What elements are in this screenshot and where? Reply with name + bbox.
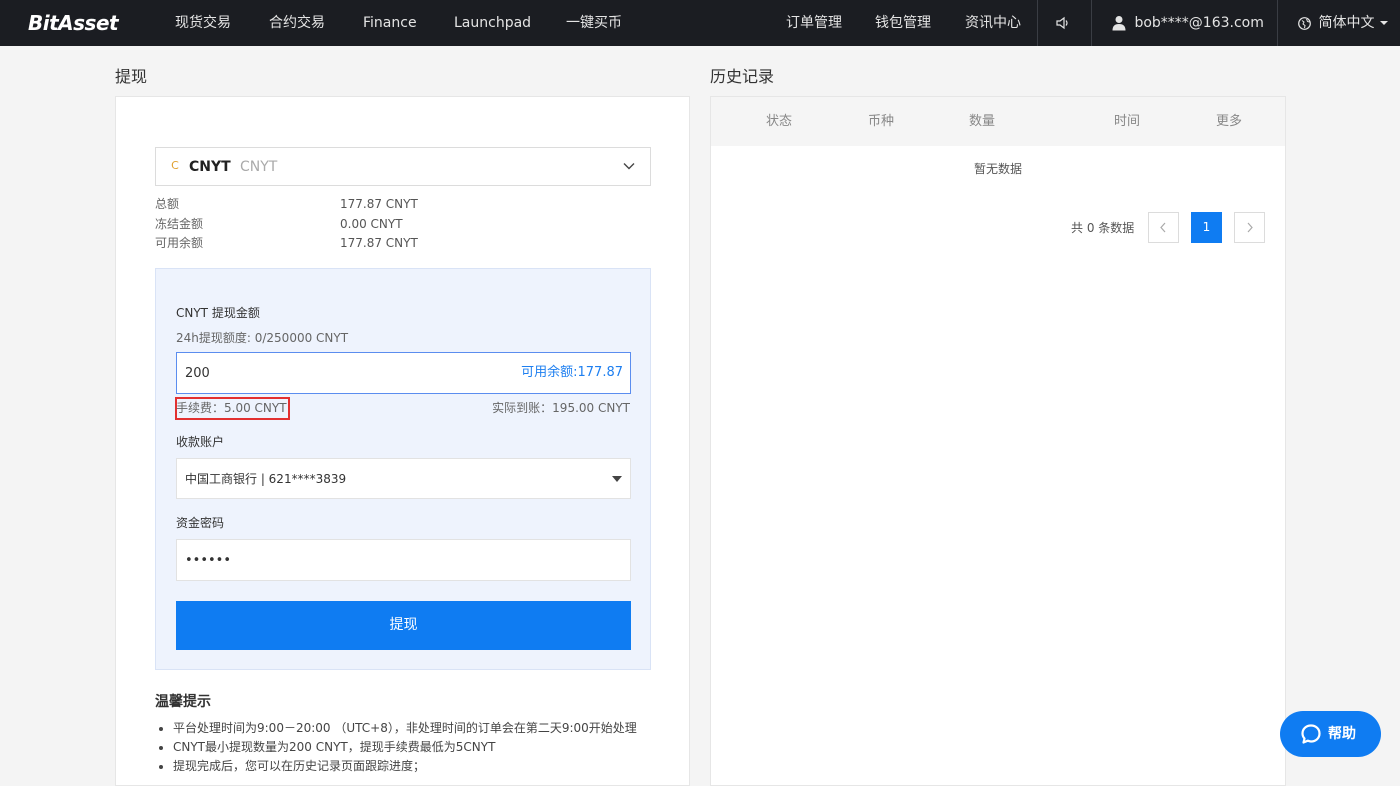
history-table-header: 状态 币种 数量 时间 更多 (711, 97, 1285, 146)
nav-item-wallet[interactable]: 钱包管理 (875, 0, 931, 46)
page-button-1[interactable]: 1 (1191, 212, 1222, 243)
column-header-status: 状态 (766, 114, 793, 129)
nav-divider (1037, 0, 1038, 46)
caret-down-icon (612, 476, 622, 482)
coin-symbol: CNYT (189, 159, 231, 175)
column-header-more: 更多 (1216, 114, 1243, 129)
actual-amount-text: 实际到账：195.00 CNYT (492, 401, 630, 415)
tip-item: 平台处理时间为9:00－20:00 （UTC+8），非处理时间的订单会在第二天9… (173, 719, 675, 738)
chevron-right-icon (1247, 222, 1253, 233)
column-header-coin: 币种 (868, 114, 895, 129)
caret-down-icon (1379, 21, 1388, 25)
user-email: bob****@163.com (1134, 15, 1264, 31)
tip-item: CNYT最小提现数量为200 CNYT，提现手续费最低为5CNYT (173, 738, 675, 757)
balance-label: 总额 (155, 197, 180, 211)
coin-select[interactable]: C CNYT CNYT (155, 147, 651, 186)
column-header-amount: 数量 (969, 114, 996, 129)
amount-field[interactable]: 可用余额:177.87 (176, 352, 631, 394)
total-count: 共 0 条数据 (1071, 221, 1135, 235)
withdraw-form: CNYT 提现金额 24h提现额度: 0/250000 CNYT 可用余额:17… (155, 268, 651, 670)
limit-text: 24h提现额度: 0/250000 CNYT (176, 331, 349, 345)
nav-item-finance[interactable]: Finance (363, 0, 417, 46)
chevron-left-icon (1160, 222, 1166, 233)
logo[interactable]: BitAsset (28, 10, 119, 36)
withdraw-submit-button[interactable]: 提现 (176, 601, 631, 650)
fee-text: 手续费：5.00 CNYT (176, 401, 287, 415)
account-label: 收款账户 (176, 435, 225, 449)
empty-state: 暂无数据 (973, 162, 1022, 176)
top-nav: BitAsset 现货交易 合约交易 Finance Launchpad 一键买… (0, 0, 1400, 46)
withdraw-panel: C CNYT CNYT 总额 177.87 CNYT 冻结金额 0.00 CNY… (115, 96, 690, 786)
language-menu[interactable]: 简体中文 (1298, 0, 1389, 46)
balance-row-available: 可用余额 177.87 CNYT (155, 234, 418, 252)
available-max-link[interactable]: 可用余额:177.87 (521, 353, 623, 393)
nav-item-orders[interactable]: 订单管理 (786, 0, 842, 46)
help-label: 帮助 (1328, 726, 1356, 742)
balance-row-total: 总额 177.87 CNYT (155, 195, 418, 213)
next-page-button[interactable] (1234, 212, 1265, 243)
history-panel: 状态 币种 数量 时间 更多 暂无数据 共 0 条数据 1 (710, 96, 1286, 786)
chat-bubble-icon (1301, 724, 1321, 744)
amount-input[interactable] (177, 353, 497, 393)
nav-item-news[interactable]: 资讯中心 (965, 0, 1021, 46)
coin-name: CNYT (240, 159, 278, 175)
balance-value: 177.87 CNYT (340, 197, 418, 211)
amount-label: CNYT 提现金额 (176, 306, 260, 320)
language-label: 简体中文 (1318, 15, 1375, 31)
account-value: 中国工商银行 | 621****3839 (185, 472, 347, 486)
balance-label: 可用余额 (155, 236, 204, 250)
user-icon (1112, 16, 1126, 31)
column-header-time: 时间 (1114, 114, 1141, 129)
password-input[interactable] (177, 540, 617, 580)
user-menu[interactable]: bob****@163.com (1112, 0, 1264, 46)
nav-item-quick-buy[interactable]: 一键买币 (566, 0, 622, 46)
nav-item-spot[interactable]: 现货交易 (175, 0, 231, 46)
balance-label: 冻结金额 (155, 217, 204, 231)
balance-value: 177.87 CNYT (340, 236, 418, 250)
tips-title: 温馨提示 (155, 694, 211, 710)
nav-item-futures[interactable]: 合约交易 (269, 0, 325, 46)
prev-page-button[interactable] (1148, 212, 1179, 243)
account-select[interactable]: 中国工商银行 | 621****3839 (176, 458, 631, 499)
coin-logo-icon: C (171, 159, 179, 172)
chevron-down-icon (623, 163, 635, 170)
password-label: 资金密码 (176, 516, 225, 530)
speaker-icon[interactable] (1055, 0, 1071, 46)
password-field[interactable] (176, 539, 631, 581)
balance-row-frozen: 冻结金额 0.00 CNYT (155, 215, 403, 233)
nav-item-launchpad[interactable]: Launchpad (454, 0, 531, 46)
balance-value: 0.00 CNYT (340, 217, 403, 231)
globe-icon (1298, 16, 1311, 30)
nav-divider (1091, 0, 1092, 46)
nav-divider (1277, 0, 1278, 46)
help-button[interactable]: 帮助 (1280, 711, 1381, 757)
withdraw-title: 提现 (115, 67, 148, 86)
tips-list: 平台处理时间为9:00－20:00 （UTC+8），非处理时间的订单会在第二天9… (155, 719, 675, 776)
history-title: 历史记录 (710, 67, 775, 86)
